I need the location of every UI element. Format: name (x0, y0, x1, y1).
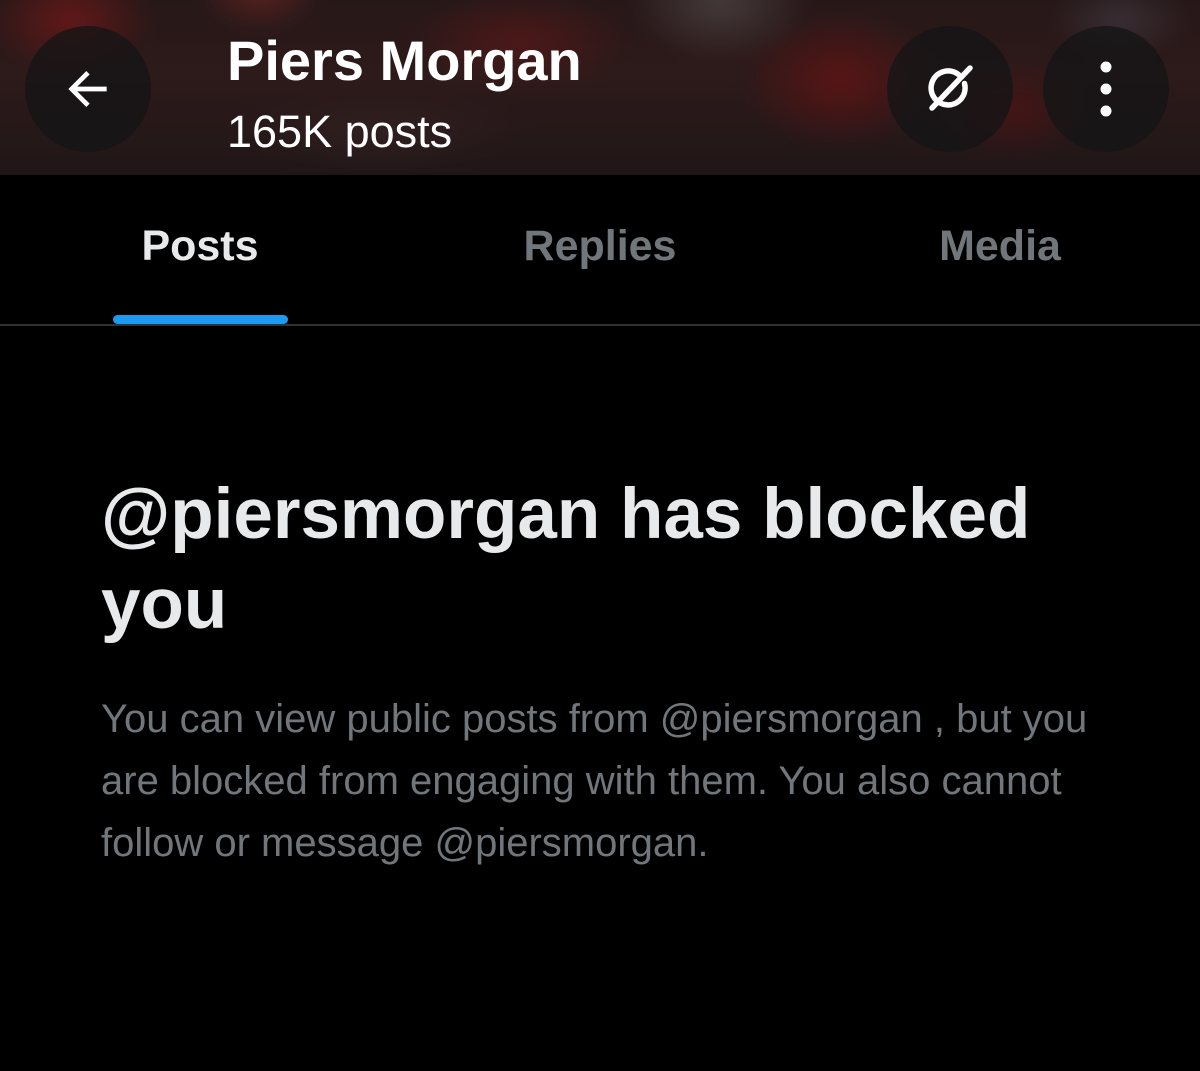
blocked-notice: @piersmorgan has blocked you You can vie… (101, 470, 1121, 874)
tab-label: Media (939, 222, 1061, 270)
tab-label: Replies (523, 222, 677, 270)
grok-button[interactable] (887, 26, 1013, 152)
profile-tabs: Posts Replies Media (0, 175, 1200, 326)
back-button[interactable] (25, 26, 151, 152)
tab-replies[interactable]: Replies (400, 175, 800, 324)
more-options-button[interactable] (1043, 26, 1169, 152)
profile-header: Piers Morgan 165K posts (0, 0, 1200, 175)
banner-overlay (0, 0, 1200, 175)
tab-posts[interactable]: Posts (0, 175, 400, 324)
tab-label: Posts (141, 222, 259, 270)
tab-media[interactable]: Media (800, 175, 1200, 324)
post-count: 165K posts (227, 106, 453, 157)
blocked-heading: @piersmorgan has blocked you (101, 475, 1031, 644)
active-tab-indicator (113, 315, 288, 324)
profile-name: Piers Morgan (227, 29, 582, 92)
arrow-left-icon (60, 61, 116, 117)
blocked-description: You can view public posts from @piersmor… (101, 697, 1088, 865)
header-title-block: Piers Morgan 165K posts (227, 28, 582, 160)
grok-icon (920, 59, 980, 119)
more-vertical-icon (1096, 57, 1116, 121)
